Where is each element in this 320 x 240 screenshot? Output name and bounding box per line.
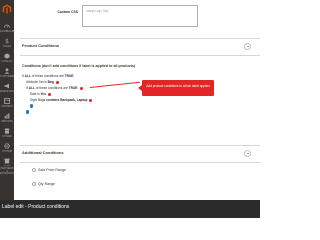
sidebar-item-reports[interactable]: REPORTS bbox=[0, 112, 14, 126]
sidebar-item-marketing[interactable]: MARKETING bbox=[0, 82, 14, 96]
cond-prefix: If bbox=[26, 86, 28, 90]
sidebar-item-sales[interactable]: $ SALES bbox=[0, 37, 14, 51]
box-icon bbox=[4, 158, 10, 164]
add-condition-row bbox=[26, 110, 30, 114]
cond-prefix: If bbox=[22, 74, 24, 78]
expand-icon[interactable] bbox=[32, 168, 36, 173]
sidebar-item-label: FIND PARTNERS & EXTENSIONS bbox=[0, 165, 14, 176]
caption-bar: Label edit - Product conditions bbox=[0, 200, 260, 218]
conditions-title: Conditions (don't add conditions if labe… bbox=[22, 64, 136, 68]
remove-icon[interactable] bbox=[47, 92, 51, 96]
cube-icon bbox=[4, 53, 10, 59]
sidebar-item-customers[interactable]: CUSTOMERS bbox=[0, 67, 14, 81]
page-root: DASHBOARD $ SALES CATALOG CUSTOMERS MARK… bbox=[0, 0, 260, 218]
cond-text: of these conditions are bbox=[35, 86, 68, 90]
sidebar-item-stores[interactable]: STORES bbox=[0, 127, 14, 141]
sub-row-label: Sale Price Range bbox=[38, 168, 66, 172]
custom-css-label: Custom CSS bbox=[57, 10, 78, 14]
sidebar-item-label: MARKETING bbox=[0, 90, 14, 93]
remove-icon[interactable] bbox=[55, 80, 59, 84]
annotation-tooltip: Add product conditions to which label ap… bbox=[142, 80, 214, 96]
cond-attr[interactable]: Style Bags bbox=[30, 98, 45, 102]
expand-icon[interactable] bbox=[32, 182, 36, 187]
svg-text:$: $ bbox=[5, 38, 9, 44]
add-condition-icon[interactable] bbox=[30, 104, 34, 108]
cond-attr[interactable]: Attribute Set is bbox=[26, 80, 47, 84]
divider bbox=[20, 55, 260, 56]
cond-value[interactable]: Yes bbox=[40, 92, 46, 96]
collapse-icon[interactable] bbox=[244, 149, 251, 157]
custom-css-textarea[interactable]: margin-top: 5px; bbox=[82, 5, 198, 27]
condition-line-style: Style Bags contains Backpack, Laptop bbox=[30, 98, 93, 102]
custom-css-placeholder: margin-top: 5px; bbox=[86, 9, 110, 13]
main-content: Custom CSS margin-top: 5px; Product Cond… bbox=[14, 0, 260, 200]
dashboard-icon bbox=[4, 24, 10, 28]
remove-icon[interactable] bbox=[80, 86, 84, 90]
add-condition-icon[interactable] bbox=[26, 110, 30, 114]
sidebar-item-label: CONTENT bbox=[1, 105, 13, 108]
divider bbox=[20, 38, 260, 39]
user-icon bbox=[4, 68, 10, 74]
admin-sidebar: DASHBOARD $ SALES CATALOG CUSTOMERS MARK… bbox=[0, 0, 14, 200]
gear-icon bbox=[4, 143, 10, 149]
cond-value[interactable]: Backpack, Laptop bbox=[60, 98, 87, 102]
sidebar-item-label: DASHBOARD bbox=[0, 30, 14, 33]
product-conditions-title[interactable]: Product Conditions bbox=[22, 43, 59, 48]
cond-attr[interactable]: Sale is bbox=[30, 92, 40, 96]
dollar-icon: $ bbox=[5, 38, 9, 44]
sidebar-item-content[interactable]: CONTENT bbox=[0, 97, 14, 111]
colon-text: : bbox=[73, 74, 75, 78]
colon-text: : bbox=[77, 86, 79, 90]
megaphone-icon bbox=[4, 83, 9, 89]
aggregator-select[interactable]: ALL bbox=[29, 86, 35, 90]
cond-operator[interactable]: contains bbox=[46, 98, 59, 102]
sidebar-item-label: SALES bbox=[3, 45, 11, 48]
sidebar-item-system[interactable]: SYSTEM bbox=[0, 142, 14, 156]
sidebar-item-label: REPORTS bbox=[1, 120, 13, 123]
add-condition-row bbox=[30, 104, 34, 108]
sidebar-item-dashboard[interactable]: DASHBOARD bbox=[0, 22, 14, 36]
sale-price-range-row[interactable]: Sale Price Range bbox=[32, 168, 66, 173]
sidebar-item-label: CATALOG bbox=[1, 60, 13, 63]
condition-line-sale: Sale is Yes bbox=[30, 92, 51, 96]
layout-icon bbox=[4, 98, 10, 104]
aggregator-select[interactable]: ALL bbox=[25, 74, 31, 78]
magento-logo[interactable] bbox=[2, 4, 12, 14]
collapse-icon[interactable] bbox=[244, 42, 251, 50]
condition-line-attribute-set: Attribute Set is Bag bbox=[26, 80, 59, 84]
sidebar-item-partners[interactable]: FIND PARTNERS & EXTENSIONS bbox=[0, 157, 14, 175]
caption-text: Label edit - Product conditions bbox=[2, 204, 70, 210]
bar-chart-icon bbox=[4, 113, 10, 119]
cond-value[interactable]: Bag bbox=[48, 80, 54, 84]
divider bbox=[20, 162, 260, 163]
additional-conditions-title[interactable]: Additional Conditions bbox=[22, 150, 64, 155]
sub-row-label: Qty Range bbox=[38, 182, 56, 186]
qty-range-row[interactable]: Qty Range bbox=[32, 182, 56, 187]
divider bbox=[20, 145, 260, 146]
sidebar-item-label: SYSTEM bbox=[2, 150, 12, 153]
remove-icon[interactable] bbox=[89, 98, 93, 102]
store-icon bbox=[4, 128, 10, 134]
condition-line-root: If ALL of these conditions are TRUE: bbox=[22, 74, 74, 78]
sidebar-item-catalog[interactable]: CATALOG bbox=[0, 52, 14, 66]
sidebar-item-label: CUSTOMERS bbox=[0, 75, 14, 78]
condition-line-nested: If ALL of these conditions are TRUE: bbox=[26, 86, 84, 90]
tooltip-pointer-line bbox=[89, 81, 140, 88]
cond-text: of these conditions are bbox=[31, 74, 64, 78]
sidebar-item-label: STORES bbox=[2, 135, 12, 138]
